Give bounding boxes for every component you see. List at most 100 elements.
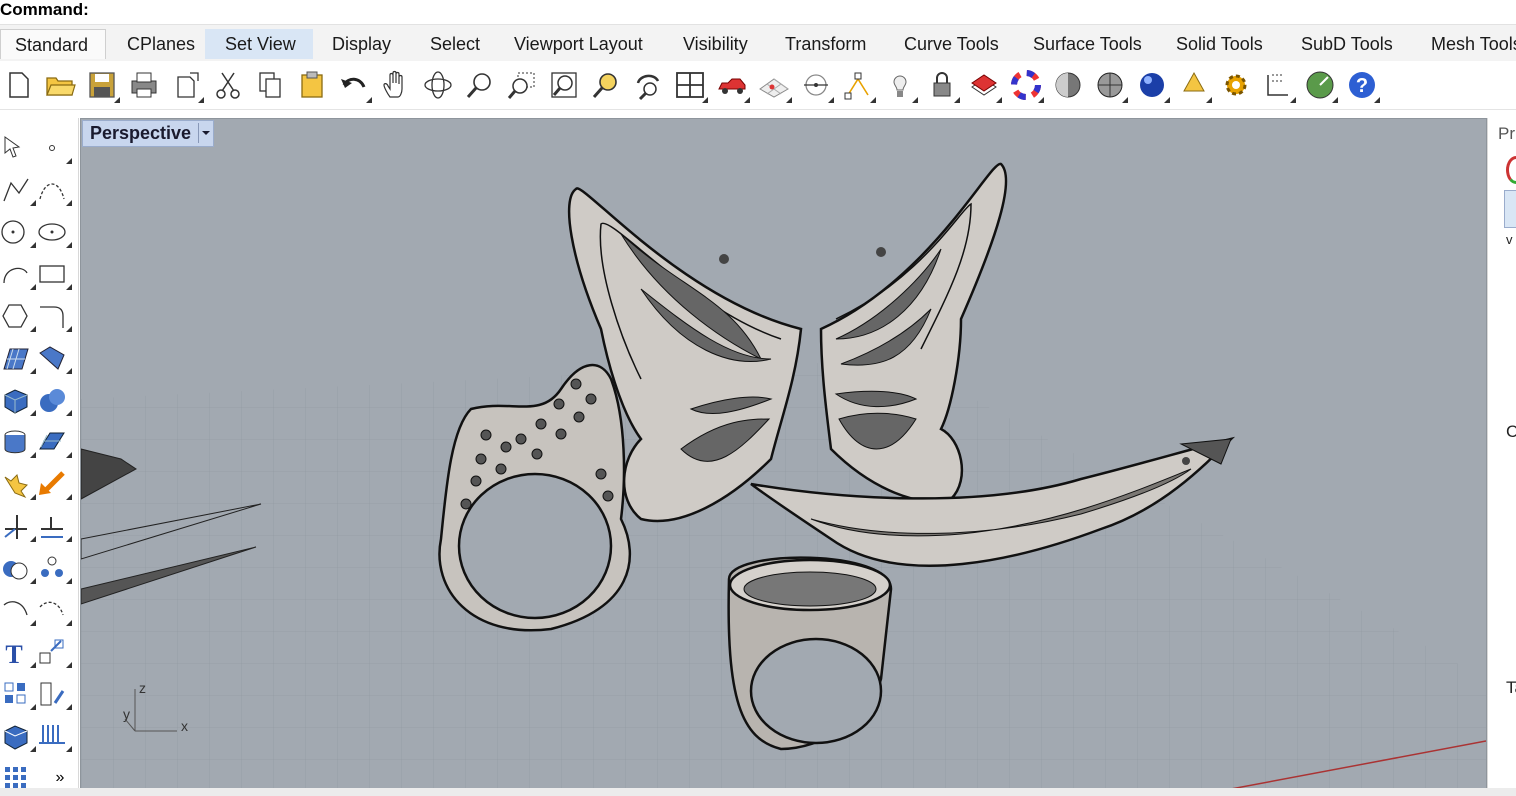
axis-y-label: y <box>123 706 130 722</box>
mirror-icon[interactable] <box>36 678 72 710</box>
boolean-icon[interactable] <box>0 552 36 584</box>
curve-offset-icon[interactable] <box>0 594 36 626</box>
save-icon[interactable] <box>84 67 120 103</box>
panel-tab-object[interactable] <box>1504 190 1516 228</box>
polygon-icon[interactable] <box>0 300 36 332</box>
zoom-extents-icon[interactable] <box>546 67 582 103</box>
status-bar <box>0 788 1516 796</box>
rotate-camera-icon[interactable] <box>630 67 666 103</box>
import-icon[interactable] <box>168 67 204 103</box>
blue-sphere-icon[interactable] <box>1134 67 1170 103</box>
extrude-icon[interactable] <box>36 426 72 458</box>
panel-label: v <box>1506 232 1513 247</box>
tab-cplanes[interactable]: CPlanes <box>127 29 195 59</box>
tab-subd-tools[interactable]: SubD Tools <box>1301 29 1393 59</box>
loft-icon[interactable] <box>36 342 72 374</box>
help-icon[interactable]: ? <box>1344 67 1380 103</box>
open-icon[interactable] <box>42 67 78 103</box>
axis-x-label: x <box>181 718 188 734</box>
tab-standard[interactable]: Standard <box>0 29 106 59</box>
tab-surface-tools[interactable]: Surface Tools <box>1033 29 1142 59</box>
tab-transform[interactable]: Transform <box>785 29 866 59</box>
perspective-viewport[interactable]: z x y <box>80 118 1487 790</box>
svg-text:T: T <box>5 640 22 667</box>
zoom-selected-icon[interactable] <box>588 67 624 103</box>
viewport-title-tab[interactable]: Perspective <box>82 120 214 147</box>
tab-label: Curve Tools <box>904 34 999 54</box>
color-wheel-icon[interactable] <box>1506 156 1516 184</box>
color-wheel-icon[interactable] <box>1008 67 1044 103</box>
split-icon[interactable] <box>36 510 72 542</box>
tab-label: Select <box>430 34 481 54</box>
circle-icon[interactable] <box>0 216 36 248</box>
tab-select[interactable]: Select <box>430 29 480 59</box>
globe-icon[interactable] <box>1302 67 1338 103</box>
lock-icon[interactable] <box>924 67 960 103</box>
panel-label: C <box>1506 422 1516 441</box>
trim-icon[interactable] <box>0 510 36 542</box>
shaded-sphere-icon[interactable] <box>1092 67 1128 103</box>
tab-curve-tools[interactable]: Curve Tools <box>904 29 999 59</box>
gear-icon[interactable] <box>1218 67 1254 103</box>
curve-icon[interactable] <box>36 174 72 206</box>
block-icon[interactable] <box>0 720 36 752</box>
four-viewports-icon[interactable] <box>672 67 708 103</box>
box-icon[interactable] <box>0 384 36 416</box>
command-line[interactable]: Command: <box>0 0 1516 22</box>
rectangle-icon[interactable] <box>36 258 72 290</box>
tab-display[interactable]: Display <box>332 29 391 59</box>
ellipse-icon[interactable] <box>36 216 72 248</box>
tab-mesh-tools[interactable]: Mesh Tools <box>1431 29 1516 59</box>
print-icon[interactable] <box>126 67 162 103</box>
points-icon[interactable] <box>840 67 876 103</box>
tab-label: SubD Tools <box>1301 34 1393 54</box>
point-on-curve-icon[interactable] <box>798 67 834 103</box>
light-icon[interactable] <box>882 67 918 103</box>
polyline-icon[interactable] <box>0 174 36 206</box>
fillet-icon[interactable] <box>36 300 72 332</box>
tab-label: Solid Tools <box>1176 34 1263 54</box>
tab-label: CPlanes <box>127 34 196 54</box>
tab-visibility[interactable]: Visibility <box>683 29 748 59</box>
select-arrow-icon[interactable] <box>0 132 32 164</box>
tab-set-view[interactable]: Set View <box>205 29 313 59</box>
paste-icon[interactable] <box>294 67 330 103</box>
tab-viewport-layout[interactable]: Viewport Layout <box>514 29 643 59</box>
point-icon[interactable] <box>36 132 72 164</box>
array-icon[interactable] <box>0 678 36 710</box>
new-icon[interactable] <box>0 67 36 103</box>
chevron-down-icon <box>202 131 210 135</box>
cylinder-icon[interactable] <box>0 426 36 458</box>
explode-icon[interactable] <box>0 468 36 500</box>
car-icon[interactable] <box>714 67 750 103</box>
axis-z-label: z <box>139 680 146 696</box>
viewport-menu-button[interactable] <box>198 123 213 143</box>
text-icon[interactable]: T <box>0 636 36 668</box>
tab-label: Surface Tools <box>1033 34 1142 54</box>
zoom-window-icon[interactable] <box>504 67 540 103</box>
transform-icon[interactable] <box>36 636 72 668</box>
undo-icon[interactable] <box>336 67 372 103</box>
tab-label: Transform <box>785 34 867 54</box>
surface-icon[interactable] <box>0 342 36 374</box>
command-label: Command: <box>0 0 89 19</box>
arrow-move-icon[interactable] <box>36 468 72 500</box>
pan-hand-icon[interactable] <box>378 67 414 103</box>
dimension-icon[interactable] <box>1260 67 1296 103</box>
cut-icon[interactable] <box>210 67 246 103</box>
rotate-view-icon[interactable] <box>420 67 456 103</box>
copy-icon[interactable] <box>252 67 288 103</box>
tab-solid-tools[interactable]: Solid Tools <box>1176 29 1263 59</box>
layer-icon[interactable] <box>966 67 1002 103</box>
spotlight-icon[interactable] <box>1176 67 1212 103</box>
sphere-icon[interactable] <box>36 384 72 416</box>
panel-label: Pr <box>1498 124 1515 143</box>
arc-icon[interactable] <box>0 258 36 290</box>
svg-text:?: ? <box>1356 75 1368 97</box>
render-sphere-icon[interactable] <box>1050 67 1086 103</box>
dim-icon[interactable] <box>36 594 72 626</box>
grid-snap-icon[interactable] <box>756 67 792 103</box>
group-icon[interactable] <box>36 552 72 584</box>
hatch-icon[interactable] <box>36 720 72 752</box>
zoom-icon[interactable] <box>462 67 498 103</box>
